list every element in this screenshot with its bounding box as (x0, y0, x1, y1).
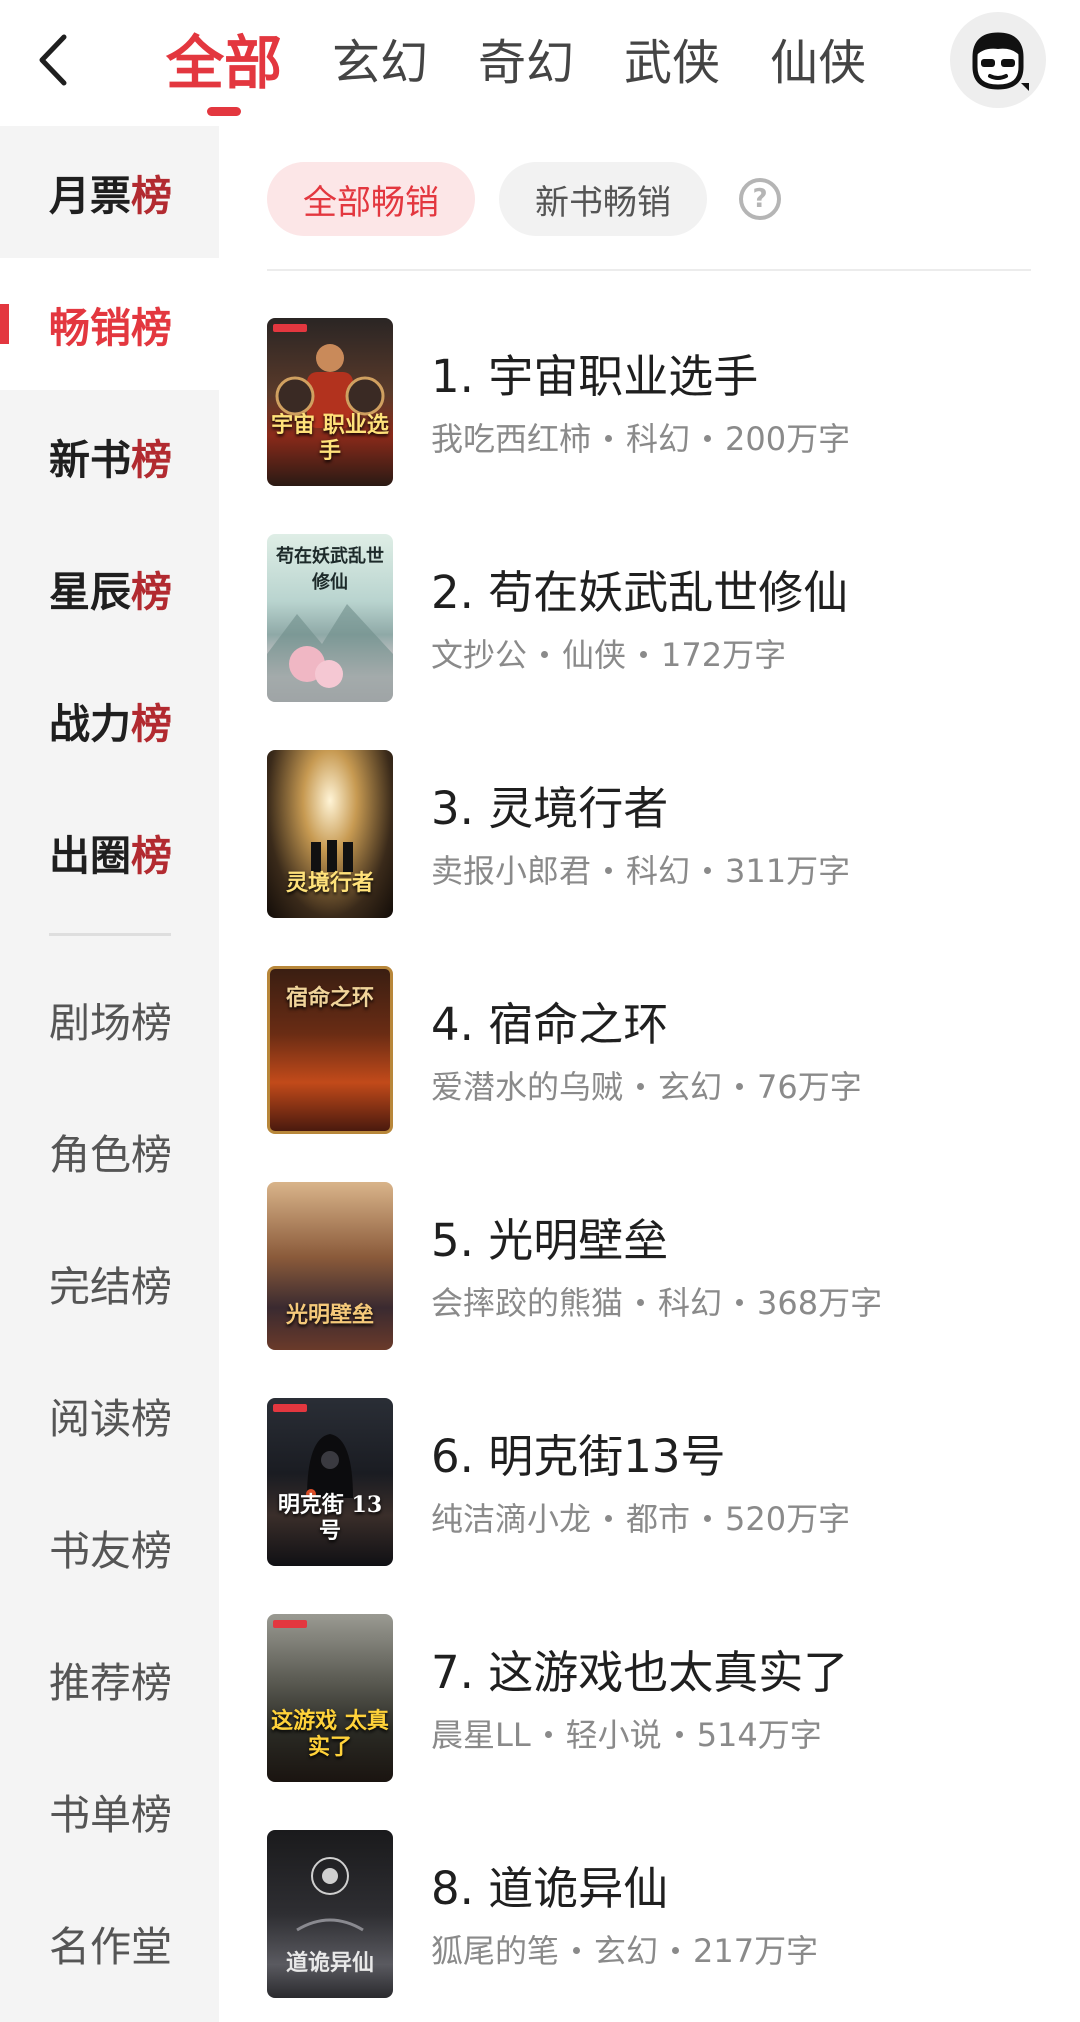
filter-chips: 全部畅销 新书畅销 ? (267, 162, 781, 236)
book-list-item[interactable]: 宇宙 职业选手 1. 宇宙职业选手 我吃西红柿 科幻 200万字 (267, 318, 1047, 488)
book-author: 狐尾的笔 (431, 1932, 560, 1970)
sidebar-item-reading[interactable]: 阅读榜 (0, 1349, 219, 1481)
sidebar-item-recommend[interactable]: 推荐榜 (0, 1613, 219, 1745)
book-list-item[interactable]: 宿命之环 4. 宿命之环 爱潜水的乌贼 玄幻 76万字 (267, 966, 1047, 1136)
book-genre: 轻小说 (565, 1716, 662, 1754)
sidebar-item-bestseller[interactable]: 畅销榜 (0, 258, 219, 390)
book-cover: 宿命之环 (267, 966, 393, 1134)
book-word-count: 368万字 (757, 1284, 883, 1322)
sidebar-item-theater[interactable]: 剧场榜 (0, 953, 219, 1085)
divider (267, 269, 1031, 271)
book-author: 爱潜水的乌贼 (431, 1068, 624, 1106)
chip-all-bestseller[interactable]: 全部畅销 (267, 162, 475, 236)
book-meta: 卖报小郎君 科幻 311万字 (431, 846, 850, 892)
chevron-left-icon (39, 34, 67, 86)
sidebar-item-monthly-ticket[interactable]: 月票榜 (0, 126, 219, 258)
book-cover: 灵境行者 (267, 750, 393, 918)
sidebar-item-completed[interactable]: 完结榜 (0, 1217, 219, 1349)
top-bar: 全部 玄幻 奇幻 武侠 仙侠 (0, 0, 1080, 126)
sidebar-item-breakout[interactable]: 出圈榜 (0, 786, 219, 918)
book-meta: 会摔跤的熊猫 科幻 368万字 (431, 1278, 882, 1324)
book-list-item[interactable]: 光明壁垒 5. 光明壁垒 会摔跤的熊猫 科幻 368万字 (267, 1182, 1047, 1352)
book-cover: 这游戏 太真实了 (267, 1614, 393, 1782)
back-button[interactable] (26, 28, 78, 92)
book-meta: 爱潜水的乌贼 玄幻 76万字 (431, 1062, 862, 1108)
book-word-count: 311万字 (725, 852, 851, 890)
book-word-count: 520万字 (725, 1500, 851, 1538)
book-genre: 科幻 (626, 420, 691, 458)
tab-all[interactable]: 全部 (166, 0, 282, 126)
book-list-item[interactable]: 苟在妖武乱世 修仙 2. 苟在妖武乱世修仙 文抄公 仙侠 172万字 (267, 534, 1047, 704)
book-list-item[interactable]: 灵境行者 3. 灵境行者 卖报小郎君 科幻 311万字 (267, 750, 1047, 920)
ranking-sidebar: 月票榜 畅销榜 新书榜 星辰榜 战力榜 出圈榜 剧场榜 角色榜 完结榜 阅读榜 … (0, 126, 219, 2022)
sidebar-item-hall-of-fame[interactable]: 名作堂 (0, 1877, 219, 2009)
book-author: 纯洁滴小龙 (431, 1500, 592, 1538)
book-meta: 纯洁滴小龙 都市 520万字 (431, 1494, 850, 1540)
sidebar-item-character[interactable]: 角色榜 (0, 1085, 219, 1217)
book-word-count: 76万字 (757, 1068, 862, 1106)
book-author: 文抄公 (431, 636, 528, 674)
book-cover: 明克街 13号 (267, 1398, 393, 1566)
book-title: 8. 道诡异仙 (431, 1862, 669, 1915)
book-author: 我吃西红柿 (431, 420, 592, 458)
publisher-logo-icon (273, 1620, 307, 1628)
book-title: 7. 这游戏也太真实了 (431, 1646, 849, 1699)
sidebar-item-power[interactable]: 战力榜 (0, 654, 219, 786)
chip-new-bestseller[interactable]: 新书畅销 (499, 162, 707, 236)
book-title: 5. 光明壁垒 (431, 1214, 669, 1267)
book-title: 2. 苟在妖武乱世修仙 (431, 566, 849, 619)
book-word-count: 217万字 (693, 1932, 819, 1970)
tab-xianxia[interactable]: 仙侠 (770, 0, 866, 126)
sidebar-item-stars[interactable]: 星辰榜 (0, 522, 219, 654)
sidebar-item-booklist[interactable]: 书单榜 (0, 1745, 219, 1877)
book-meta: 晨星LL 轻小说 514万字 (431, 1710, 822, 1756)
avatar[interactable] (950, 12, 1046, 108)
book-author: 卖报小郎君 (431, 852, 592, 890)
book-word-count: 200万字 (725, 420, 851, 458)
book-genre: 科幻 (658, 1284, 723, 1322)
book-cover: 道诡异仙 (267, 1830, 393, 1998)
book-list-item[interactable]: 这游戏 太真实了 7. 这游戏也太真实了 晨星LL 轻小说 514万字 (267, 1614, 1047, 1784)
book-author: 会摔跤的熊猫 (431, 1284, 624, 1322)
book-genre: 玄幻 (594, 1932, 659, 1970)
book-meta: 文抄公 仙侠 172万字 (431, 630, 786, 676)
book-word-count: 172万字 (661, 636, 787, 674)
book-author: 晨星LL (431, 1716, 531, 1754)
book-word-count: 514万字 (696, 1716, 822, 1754)
book-title: 3. 灵境行者 (431, 782, 669, 835)
user-avatar-icon (972, 32, 1029, 91)
sidebar-item-new-book[interactable]: 新书榜 (0, 390, 219, 522)
book-title: 1. 宇宙职业选手 (431, 350, 759, 403)
book-title: 4. 宿命之环 (431, 998, 669, 1051)
sidebar-divider (49, 933, 171, 936)
book-cover: 光明壁垒 (267, 1182, 393, 1350)
book-cover: 苟在妖武乱世 修仙 (267, 534, 393, 702)
tab-xuanhuan[interactable]: 玄幻 (332, 0, 428, 126)
tab-wuxia[interactable]: 武侠 (624, 0, 720, 126)
book-list-item[interactable]: 道诡异仙 8. 道诡异仙 狐尾的笔 玄幻 217万字 (267, 1830, 1047, 2000)
book-meta: 我吃西红柿 科幻 200万字 (431, 414, 850, 460)
book-title: 6. 明克街13号 (431, 1430, 726, 1483)
question-circle-icon[interactable]: ? (739, 178, 781, 220)
category-tabs: 全部 玄幻 奇幻 武侠 仙侠 (166, 0, 916, 126)
book-genre: 都市 (626, 1500, 691, 1538)
book-genre: 科幻 (626, 852, 691, 890)
tab-qihuan[interactable]: 奇幻 (478, 0, 574, 126)
book-list-item[interactable]: 明克街 13号 6. 明克街13号 纯洁滴小龙 都市 520万字 (267, 1398, 1047, 1568)
book-genre: 仙侠 (562, 636, 627, 674)
book-cover: 宇宙 职业选手 (267, 318, 393, 486)
book-genre: 玄幻 (658, 1068, 723, 1106)
book-meta: 狐尾的笔 玄幻 217万字 (431, 1926, 818, 1972)
sidebar-item-friends[interactable]: 书友榜 (0, 1481, 219, 1613)
